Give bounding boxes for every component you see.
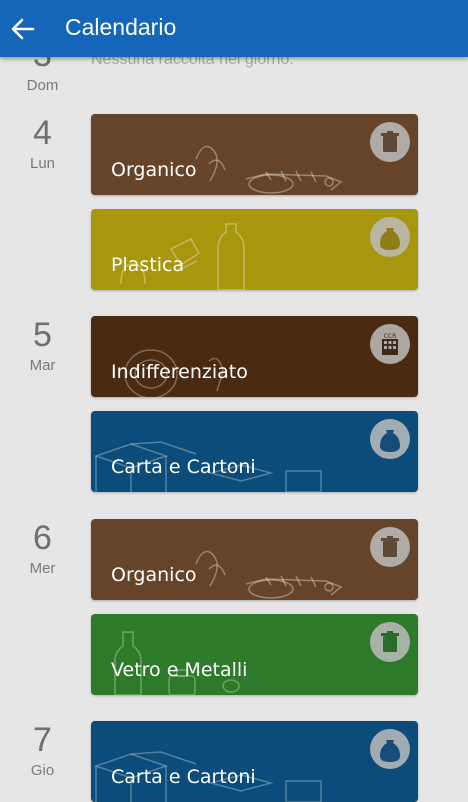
- card-label: Carta e Cartoni: [111, 766, 256, 788]
- collection-card-indifferenziato[interactable]: Indifferenziato CCR: [91, 316, 418, 397]
- card-label: Plastica: [111, 254, 185, 276]
- collection-card-organico[interactable]: Organico: [91, 519, 418, 600]
- card-label: Carta e Cartoni: [111, 456, 256, 478]
- glass-metal-illustration: [114, 631, 240, 695]
- day-number: 7: [33, 721, 52, 759]
- card-label: Indifferenziato: [111, 361, 248, 383]
- collection-card-organico[interactable]: Organico: [91, 114, 418, 195]
- mixed-waste-illustration: [124, 349, 224, 397]
- calendar-list: 3 Dom Nessuna raccolta nel giorno. 4 Lun…: [0, 0, 468, 802]
- arrow-back-icon[interactable]: [8, 14, 38, 44]
- cardboard-boxes-illustration: [93, 751, 322, 802]
- day-number: 6: [33, 519, 52, 557]
- day-name: Mar: [29, 357, 56, 374]
- day-name: Lun: [29, 155, 56, 172]
- cardboard-boxes-illustration: [93, 441, 322, 492]
- bag-icon: [370, 729, 410, 769]
- collection-card-vetro[interactable]: Vetro e Metalli: [91, 614, 418, 695]
- bag-icon: [370, 419, 410, 459]
- organic-waste-illustration: [195, 550, 343, 599]
- card-label: Organico: [111, 159, 197, 181]
- day-name: Dom: [26, 77, 59, 94]
- card-label: Organico: [111, 564, 197, 586]
- plastic-bottles-illustration: [120, 223, 245, 290]
- app-bar: Calendario: [0, 0, 468, 57]
- svg-text:CCR: CCR: [384, 333, 397, 340]
- ccr-building-icon: CCR: [370, 324, 410, 364]
- day-name: Gio: [30, 762, 55, 779]
- day-number: 4: [33, 114, 52, 152]
- page-title: Calendario: [65, 14, 177, 40]
- day-number: 5: [33, 316, 52, 354]
- bag-icon: [370, 217, 410, 257]
- collection-card-plastica[interactable]: Plastica: [91, 209, 418, 290]
- collection-card-carta[interactable]: Carta e Cartoni: [91, 411, 418, 492]
- card-label: Vetro e Metalli: [111, 659, 248, 681]
- trash-bin-icon: [370, 527, 410, 567]
- organic-waste-illustration: [195, 145, 343, 194]
- trash-bin-icon: [370, 122, 410, 162]
- day-name: Mer: [29, 560, 56, 577]
- collection-card-carta[interactable]: Carta e Cartoni: [91, 721, 418, 802]
- trash-bin-icon: [370, 622, 410, 662]
